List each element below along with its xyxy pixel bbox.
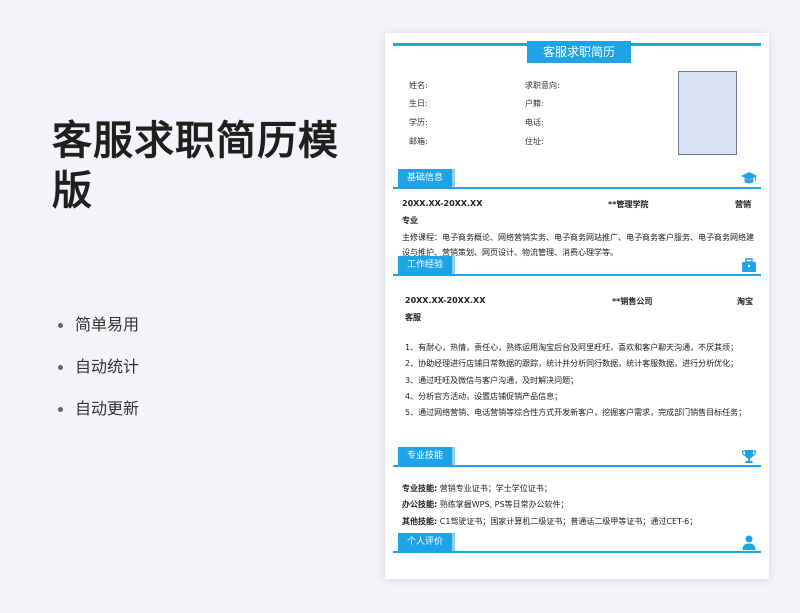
school-name: **管理学院 [608,200,649,209]
feature-label: 自动统计 [75,357,140,376]
duty-item: 4、分析官方活动，设置店铺促销产品信息； [405,392,563,401]
feature-item: 自动更新 [58,398,139,440]
name-field: 姓名: [409,81,428,90]
email-field: 邮箱: [409,137,428,146]
household-field: 户籍: [525,99,544,108]
photo-placeholder [678,71,737,155]
section-work-header: 工作经验 [393,256,761,278]
feature-label: 自动更新 [75,399,140,418]
trophy-icon [741,450,757,463]
skill-text: C1驾驶证书；国家计算机二级证书；普通话二级甲等证书；通过CET-6； [439,517,698,526]
section-title: 专业技能 [398,447,456,465]
section-skills-header: 专业技能 [393,447,761,469]
company-name: **销售公司 [612,297,653,306]
birth-field: 生日: [409,99,428,108]
major-text: 专业 [402,216,418,225]
skill-row: 办公技能: 熟练掌握WPS, PS等日常办公软件； [402,499,569,510]
duty-item: 2、协助经理进行店铺日常数据的跟踪，统计并分析同行数据，统计客服数据，进行分析优… [405,359,739,368]
position-text: 淘宝 [737,297,753,306]
position-text: 客服 [405,313,421,322]
person-icon [742,535,756,550]
resume-title: 客服求职简历 [527,41,631,63]
briefcase-icon [742,258,756,272]
feature-label: 简单易用 [75,315,140,334]
duty-item: 1、有耐心，热情，责任心，熟练运用淘宝后台及阿里旺旺，喜欢和客户聊天沟通，不厌其… [405,343,739,352]
feature-item: 简单易用 [58,314,139,356]
skill-row: 其他技能: C1驾驶证书；国家计算机二级证书；普通话二级甲等证书；通过CET-6… [402,516,697,527]
work-period: 20XX.XX-20XX.XX [405,296,486,305]
promo-title: 客服求职简历模版 [52,118,339,214]
section-rule [393,187,761,189]
section-title: 基础信息 [398,169,456,187]
section-rule [393,465,761,467]
section-rule [393,551,761,553]
section-title: 工作经验 [398,256,456,274]
graduation-cap-icon [741,172,757,184]
intention-field: 求职意向: [525,81,560,90]
education-period: 20XX.XX-20XX.XX [402,199,483,208]
education-field: 学历: [409,118,428,127]
section-basic-header: 基础信息 [393,169,761,191]
section-title: 个人评价 [398,533,456,551]
section-rule [393,274,761,276]
phone-field: 电话: [525,118,544,127]
feature-list: 简单易用 自动统计 自动更新 [58,314,139,440]
section-evaluation-header: 个人评价 [393,533,761,555]
resume-document: 客服求职简历 姓名: 求职意向: 生日: 户籍: 学历: 电话: 邮箱: 住址:… [385,33,769,579]
skill-label: 办公技能: [402,500,438,509]
address-field: 住址: [525,137,544,146]
bullet-icon [58,365,63,370]
skill-text: 营销专业证书；学士学位证书； [439,484,552,493]
feature-item: 自动统计 [58,356,139,398]
duty-item: 3、通过旺旺及微信与客户沟通，及时解决问题； [405,376,579,385]
duty-item: 5、通过网络营销、电话营销等综合性方式开发新客户，挖掘客户需求，完成部门销售目标… [405,408,747,417]
major-text: 营销 [735,200,751,209]
skill-label: 其他技能: [402,517,438,526]
skill-text: 熟练掌握WPS, PS等日常办公软件； [439,500,569,509]
skill-row: 专业技能: 营销专业证书；学士学位证书； [402,483,552,494]
bullet-icon [58,323,63,328]
bullet-icon [58,407,63,412]
skill-label: 专业技能: [402,484,438,493]
